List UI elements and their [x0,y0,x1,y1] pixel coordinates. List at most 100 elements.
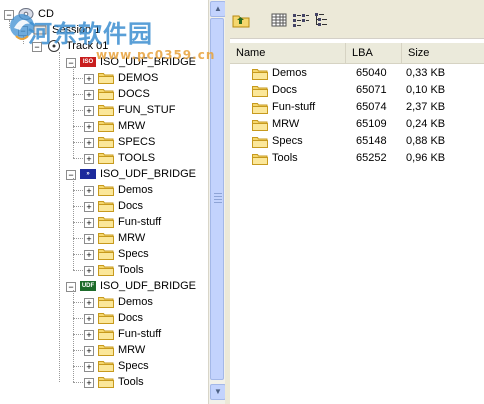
tree-connector [73,190,83,191]
tree-connector [73,302,83,303]
tree-connector [73,206,83,207]
expand-toggle[interactable]: + [84,202,94,212]
folder-icon [98,377,114,388]
tree-item-label: FUN_STUF [118,104,176,116]
expand-toggle[interactable]: + [84,106,94,116]
expand-toggle[interactable]: + [84,74,94,84]
expand-toggle[interactable]: + [84,138,94,148]
tree-item-folder[interactable]: + Demos [0,182,208,198]
tree-connector [73,238,83,239]
column-lba-header[interactable]: LBA [346,43,402,63]
file-name: Specs [272,135,303,147]
expand-toggle[interactable]: + [84,298,94,308]
tree-item-folder[interactable]: + DOCS [0,86,208,102]
tree-item-label: Docs [118,200,144,212]
expand-toggle[interactable]: + [84,250,94,260]
expand-toggle[interactable]: + [84,186,94,196]
expand-toggle[interactable]: + [84,122,94,132]
file-lba: 65074 [356,101,387,113]
expand-toggle[interactable]: + [84,330,94,340]
expand-toggle[interactable]: − [66,58,76,68]
list-item[interactable]: Docs 65071 0,10 KB [230,82,484,99]
file-size: 0,33 KB [406,67,446,79]
tree-item-folder[interactable]: + SPECS [0,134,208,150]
tree-item-folder[interactable]: + Demos [0,294,208,310]
scroll-up-button[interactable]: ▲ [210,1,226,17]
tree-item-folder[interactable]: + Docs [0,198,208,214]
list-item[interactable]: Specs 65148 0,88 KB [230,133,484,150]
tree-item-folder[interactable]: + TOOLS [0,150,208,166]
tree-item-folder[interactable]: + MRW [0,342,208,358]
folder-icon [98,249,114,260]
large-icons-view-icon[interactable] [270,12,288,28]
folder-icon [252,69,268,80]
expand-toggle[interactable]: + [84,266,94,276]
tree-item-volume[interactable]: −» ISO_UDF_BRIDGE [0,166,208,182]
expand-toggle[interactable]: + [84,234,94,244]
folder-icon [252,137,268,148]
expand-toggle[interactable]: + [84,346,94,356]
folder-icon [98,89,114,100]
expand-toggle[interactable]: − [66,170,76,180]
folder-icon [98,217,114,228]
column-name-header[interactable]: Name [230,43,346,63]
tree-item-folder[interactable]: + Fun-stuff [0,214,208,230]
folder-icon [98,361,114,372]
list-item[interactable]: Fun-stuff 65074 2,37 KB [230,99,484,116]
tree-item-folder[interactable]: + Fun-stuff [0,326,208,342]
tree-item-label: MRW [118,120,146,132]
list-toolbar [230,0,484,39]
tree-item-label: TOOLS [118,152,156,164]
scroll-down-button[interactable]: ▼ [210,384,226,400]
tree-connector [73,222,83,223]
list-view-icon[interactable] [292,12,310,28]
folder-up-icon[interactable] [232,12,250,28]
list-item[interactable]: MRW 65109 0,24 KB [230,116,484,133]
tree-item-folder[interactable]: + MRW [0,230,208,246]
tree-connector [73,78,83,79]
tree-item-label: DEMOS [118,72,159,84]
volume-format-icon: » [80,169,96,179]
file-size: 0,88 KB [406,135,446,147]
expand-toggle[interactable]: + [84,362,94,372]
tree-connector [73,158,83,159]
folder-icon [98,201,114,212]
watermark-url: www.pc0359.cn [96,48,216,62]
expand-toggle[interactable]: + [84,90,94,100]
file-name: Docs [272,84,298,96]
details-view-icon[interactable] [314,12,332,28]
expand-toggle[interactable]: + [84,154,94,164]
file-size: 2,37 KB [406,101,446,113]
list-item[interactable]: Demos 65040 0,33 KB [230,65,484,82]
folder-icon [98,137,114,148]
tree-item-volume[interactable]: − UDF ISO_UDF_BRIDGE [0,278,208,294]
tree-item-folder[interactable]: + Docs [0,310,208,326]
list-item[interactable]: Tools 65252 0,96 KB [230,150,484,167]
folder-icon [98,265,114,276]
column-size-header[interactable]: Size [402,43,484,63]
tree-connector [73,318,83,319]
tree-item-folder[interactable]: + MRW [0,118,208,134]
tree-item-label: Demos [118,184,153,196]
tree-item-folder[interactable]: + FUN_STUF [0,102,208,118]
tree-item-label: Fun-stuff [118,328,162,340]
folder-icon [98,185,114,196]
tree-item-label: Tools [118,376,144,388]
expand-toggle[interactable]: + [84,378,94,388]
scroll-thumb[interactable] [210,18,224,380]
tree-item-label: MRW [118,344,146,356]
tree-item-folder[interactable]: + Specs [0,246,208,262]
folder-icon [98,313,114,324]
file-name: MRW [272,118,300,130]
tree-item-folder[interactable]: + Tools [0,262,208,278]
tree-item-folder[interactable]: + Tools [0,374,208,390]
tree-item-label: MRW [118,232,146,244]
folder-icon [98,73,114,84]
expand-toggle[interactable]: + [84,218,94,228]
expand-toggle[interactable]: − [66,282,76,292]
folder-icon [252,154,268,165]
tree-item-folder[interactable]: + DEMOS [0,70,208,86]
file-name: Fun-stuff [272,101,316,113]
expand-toggle[interactable]: + [84,314,94,324]
tree-item-folder[interactable]: + Specs [0,358,208,374]
